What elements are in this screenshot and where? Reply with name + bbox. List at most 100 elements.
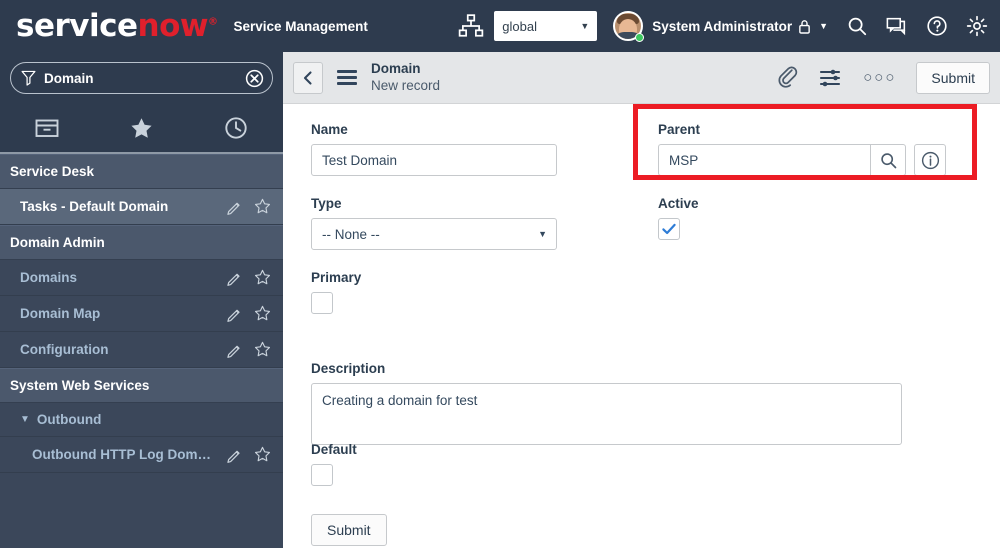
- more-options-icon[interactable]: ○○○: [863, 69, 896, 86]
- sidebar-item-actions: [226, 269, 271, 286]
- field-primary-label: Primary: [311, 270, 362, 285]
- field-default: Default: [311, 442, 357, 486]
- edit-pencil-icon[interactable]: [226, 270, 242, 286]
- chat-icon[interactable]: [886, 15, 908, 37]
- favorite-star-icon[interactable]: [254, 305, 271, 322]
- form-toolbar-actions: ○○○ Submit: [757, 61, 990, 94]
- domain-tree-icon[interactable]: [458, 13, 484, 39]
- favorite-star-icon[interactable]: [254, 341, 271, 358]
- sidebar-tab-all-applications[interactable]: [0, 116, 94, 140]
- sidebar-item-label: Tasks - Default Domain: [20, 199, 169, 214]
- sidebar-item[interactable]: ▼ Outbound: [0, 403, 283, 437]
- name-input[interactable]: [311, 144, 557, 176]
- logo-now-text: now: [137, 7, 209, 44]
- submit-button-toolbar[interactable]: Submit: [916, 61, 990, 94]
- banner-title: Service Management: [233, 18, 368, 34]
- field-parent: Parent: [658, 122, 958, 176]
- edit-pencil-icon[interactable]: [226, 447, 242, 463]
- sidebar-item-actions: [226, 305, 271, 322]
- form-column-left: Name Type -- None -- ▼ Primary: [311, 122, 611, 334]
- sidebar-item-label: Outbound: [36, 412, 102, 427]
- online-status-indicator: [635, 33, 645, 42]
- help-icon[interactable]: [926, 15, 948, 37]
- sidebar-item-actions: [226, 446, 271, 463]
- paperclip-icon[interactable]: [777, 66, 799, 90]
- logo-service-text: service: [16, 7, 138, 44]
- navigator-tabs: [0, 104, 283, 154]
- search-icon[interactable]: [846, 15, 868, 37]
- description-textarea[interactable]: [311, 383, 902, 445]
- sidebar-item-label: Configuration: [20, 342, 109, 357]
- edit-pencil-icon[interactable]: [226, 342, 242, 358]
- sliders-icon[interactable]: [819, 67, 841, 89]
- edit-pencil-icon[interactable]: [226, 199, 242, 215]
- nav-section-header[interactable]: Service Desk: [0, 154, 283, 189]
- hamburger-bar: [337, 76, 357, 79]
- user-menu-chevron-icon[interactable]: ▼: [819, 21, 828, 31]
- field-primary: Primary: [311, 270, 611, 314]
- sidebar-item[interactable]: Tasks - Default Domain: [0, 189, 283, 225]
- magnifier-icon: [880, 152, 896, 168]
- parent-info-button[interactable]: [914, 144, 946, 176]
- sidebar-item-actions: [226, 198, 271, 215]
- record-title: Domain New record: [371, 61, 440, 95]
- sidebar-item[interactable]: Outbound HTTP Log Domain Bl…: [0, 437, 283, 473]
- domain-selector[interactable]: global ▼: [494, 11, 598, 41]
- nav-section-header[interactable]: System Web Services: [0, 368, 283, 403]
- field-description: Description: [311, 361, 902, 450]
- navigator-groups: Service Desk Tasks - Default Domain Domain…: [0, 154, 283, 473]
- user-name: System Administrator: [652, 18, 793, 34]
- check-icon: [662, 223, 676, 235]
- star-icon: [131, 118, 152, 138]
- form-body: Name Type -- None -- ▼ Primary: [283, 104, 1000, 548]
- field-parent-label: Parent: [658, 122, 701, 137]
- favorite-star-icon[interactable]: [254, 269, 271, 286]
- parent-input[interactable]: [658, 144, 870, 176]
- funnel-icon: [21, 70, 36, 86]
- info-circle-icon: [921, 151, 939, 169]
- avatar[interactable]: [613, 11, 645, 42]
- sidebar-item[interactable]: Domain Map: [0, 296, 283, 332]
- sidebar-item-label: Domains: [20, 270, 78, 285]
- active-checkbox[interactable]: [658, 218, 680, 240]
- box-icon: [35, 119, 59, 137]
- collapse-triangle-icon[interactable]: ▼: [20, 414, 30, 425]
- sidebar-item[interactable]: Domains: [0, 260, 283, 296]
- parent-lookup-button[interactable]: [870, 144, 906, 176]
- domain-selector-value: global: [502, 18, 537, 34]
- hamburger-menu-icon[interactable]: [337, 67, 357, 88]
- type-select-wrap: -- None -- ▼: [311, 218, 557, 250]
- type-select[interactable]: -- None --: [311, 218, 557, 250]
- nav-section-header[interactable]: Domain Admin: [0, 225, 283, 260]
- sidebar-item[interactable]: Configuration: [0, 332, 283, 368]
- field-description-label: Description: [311, 361, 386, 376]
- favorite-star-icon[interactable]: [254, 198, 271, 215]
- favorite-star-icon[interactable]: [254, 446, 271, 463]
- application-navigator: Service Desk Tasks - Default Domain Domain…: [0, 52, 283, 548]
- parent-reference-row: [658, 144, 958, 176]
- edit-pencil-icon[interactable]: [226, 306, 242, 322]
- field-active-label: Active: [658, 196, 699, 211]
- filter-navigator-input[interactable]: [44, 70, 245, 86]
- servicenow-logo[interactable]: servicenow®: [16, 7, 218, 44]
- sidebar-tab-history[interactable]: [189, 116, 283, 140]
- filter-navigator-box[interactable]: [10, 62, 273, 94]
- submit-button-bottom[interactable]: Submit: [311, 514, 387, 546]
- field-type-label: Type: [311, 196, 342, 211]
- chevron-down-icon: ▼: [580, 21, 590, 31]
- hamburger-bar: [337, 70, 357, 73]
- field-name: Name: [311, 122, 611, 176]
- logo-trademark: ®: [208, 16, 218, 28]
- clear-circle-icon[interactable]: [245, 69, 264, 88]
- sidebar-tab-favorites[interactable]: [94, 116, 188, 140]
- lock-icon: [799, 19, 810, 34]
- field-active: Active: [658, 196, 958, 240]
- hamburger-bar: [337, 82, 357, 85]
- primary-checkbox[interactable]: [311, 292, 333, 314]
- gear-icon[interactable]: [966, 15, 988, 37]
- sidebar-item-label: Domain Map: [20, 306, 101, 321]
- back-button[interactable]: [293, 61, 323, 94]
- field-name-label: Name: [311, 122, 348, 137]
- field-type: Type -- None -- ▼: [311, 196, 611, 250]
- default-checkbox[interactable]: [311, 464, 333, 486]
